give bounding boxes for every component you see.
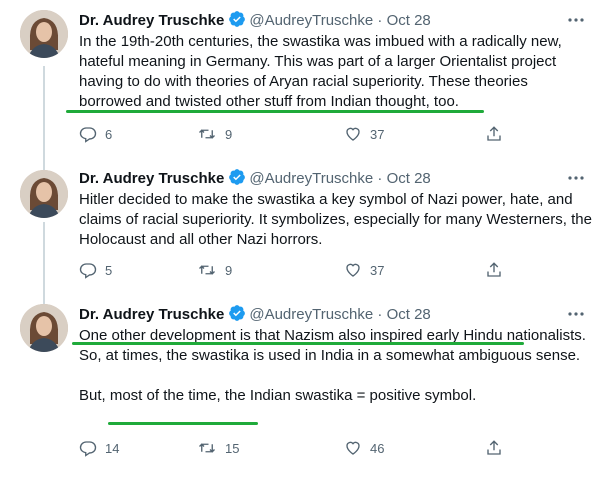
retweet-icon: [197, 439, 217, 457]
verified-badge-icon: [228, 168, 246, 192]
share-button[interactable]: [485, 124, 503, 144]
tweet-actions: 5 9 37: [79, 260, 509, 280]
like-button[interactable]: 37: [344, 260, 384, 280]
tweet-text: In the 19th-20th centuries, the swastika…: [79, 33, 566, 110]
highlight-underline: [72, 342, 524, 345]
avatar[interactable]: [20, 170, 68, 218]
like-icon: [344, 125, 362, 143]
reply-count: 14: [105, 440, 120, 456]
like-count: 37: [370, 262, 385, 278]
author-name[interactable]: Dr. Audrey Truschke: [79, 170, 224, 187]
author-handle[interactable]: @AudreyTruschke: [249, 170, 373, 187]
retweet-icon: [197, 261, 217, 279]
share-button[interactable]: [485, 438, 503, 458]
tweet-header: Dr. Audrey Truschke @AudreyTruschke · Oct…: [79, 168, 431, 188]
tweet-header: Dr. Audrey Truschke @AudreyTruschke · Oct…: [79, 10, 431, 30]
like-count: 46: [370, 440, 385, 456]
tweet-actions: 14 15 46: [79, 438, 509, 458]
more-icon[interactable]: [566, 10, 586, 30]
verified-badge-icon: [228, 304, 246, 328]
tweet[interactable]: Dr. Audrey Truschke @AudreyTruschke · Oct…: [0, 160, 604, 300]
tweet[interactable]: Dr. Audrey Truschke @AudreyTruschke · Oct…: [0, 0, 604, 160]
reply-count: 5: [105, 262, 113, 278]
like-icon: [344, 439, 362, 457]
avatar[interactable]: [20, 10, 68, 58]
tweet-date[interactable]: Oct 28: [387, 306, 431, 323]
like-button[interactable]: 46: [344, 438, 384, 458]
reply-icon: [79, 125, 97, 143]
retweet-count: 15: [225, 440, 240, 456]
separator-dot: ·: [377, 306, 383, 323]
retweet-button[interactable]: 9: [197, 260, 232, 280]
retweet-count: 9: [225, 126, 233, 142]
author-handle[interactable]: @AudreyTruschke: [249, 12, 373, 29]
retweet-button[interactable]: 15: [197, 438, 239, 458]
more-icon[interactable]: [566, 168, 586, 188]
highlight-underline: [108, 422, 258, 425]
author-handle[interactable]: @AudreyTruschke: [249, 306, 373, 323]
like-icon: [344, 261, 362, 279]
share-icon: [485, 261, 503, 279]
separator-dot: ·: [377, 170, 383, 187]
reply-count: 6: [105, 126, 113, 142]
author-name[interactable]: Dr. Audrey Truschke: [79, 12, 224, 29]
tweet-text: One other development is that Nazism als…: [79, 327, 586, 404]
retweet-count: 9: [225, 262, 233, 278]
share-button[interactable]: [485, 260, 503, 280]
author-name[interactable]: Dr. Audrey Truschke: [79, 306, 224, 323]
tweet-date[interactable]: Oct 28: [387, 12, 431, 29]
avatar[interactable]: [20, 304, 68, 352]
highlight-underline: [66, 110, 484, 113]
like-button[interactable]: 37: [344, 124, 384, 144]
tweet-actions: 6 9 37: [79, 124, 509, 144]
like-count: 37: [370, 126, 385, 142]
tweet-header: Dr. Audrey Truschke @AudreyTruschke · Oct…: [79, 304, 431, 324]
reply-button[interactable]: 5: [79, 260, 112, 280]
reply-icon: [79, 439, 97, 457]
reply-icon: [79, 261, 97, 279]
more-icon[interactable]: [566, 304, 586, 324]
reply-button[interactable]: 14: [79, 438, 119, 458]
share-icon: [485, 439, 503, 457]
tweet[interactable]: Dr. Audrey Truschke @AudreyTruschke · Oct…: [0, 300, 604, 482]
retweet-icon: [197, 125, 217, 143]
reply-button[interactable]: 6: [79, 124, 112, 144]
tweet-date[interactable]: Oct 28: [387, 170, 431, 187]
verified-badge-icon: [228, 10, 246, 34]
retweet-button[interactable]: 9: [197, 124, 232, 144]
tweet-text: Hitler decided to make the swastika a ke…: [79, 191, 597, 248]
share-icon: [485, 125, 503, 143]
separator-dot: ·: [377, 12, 383, 29]
